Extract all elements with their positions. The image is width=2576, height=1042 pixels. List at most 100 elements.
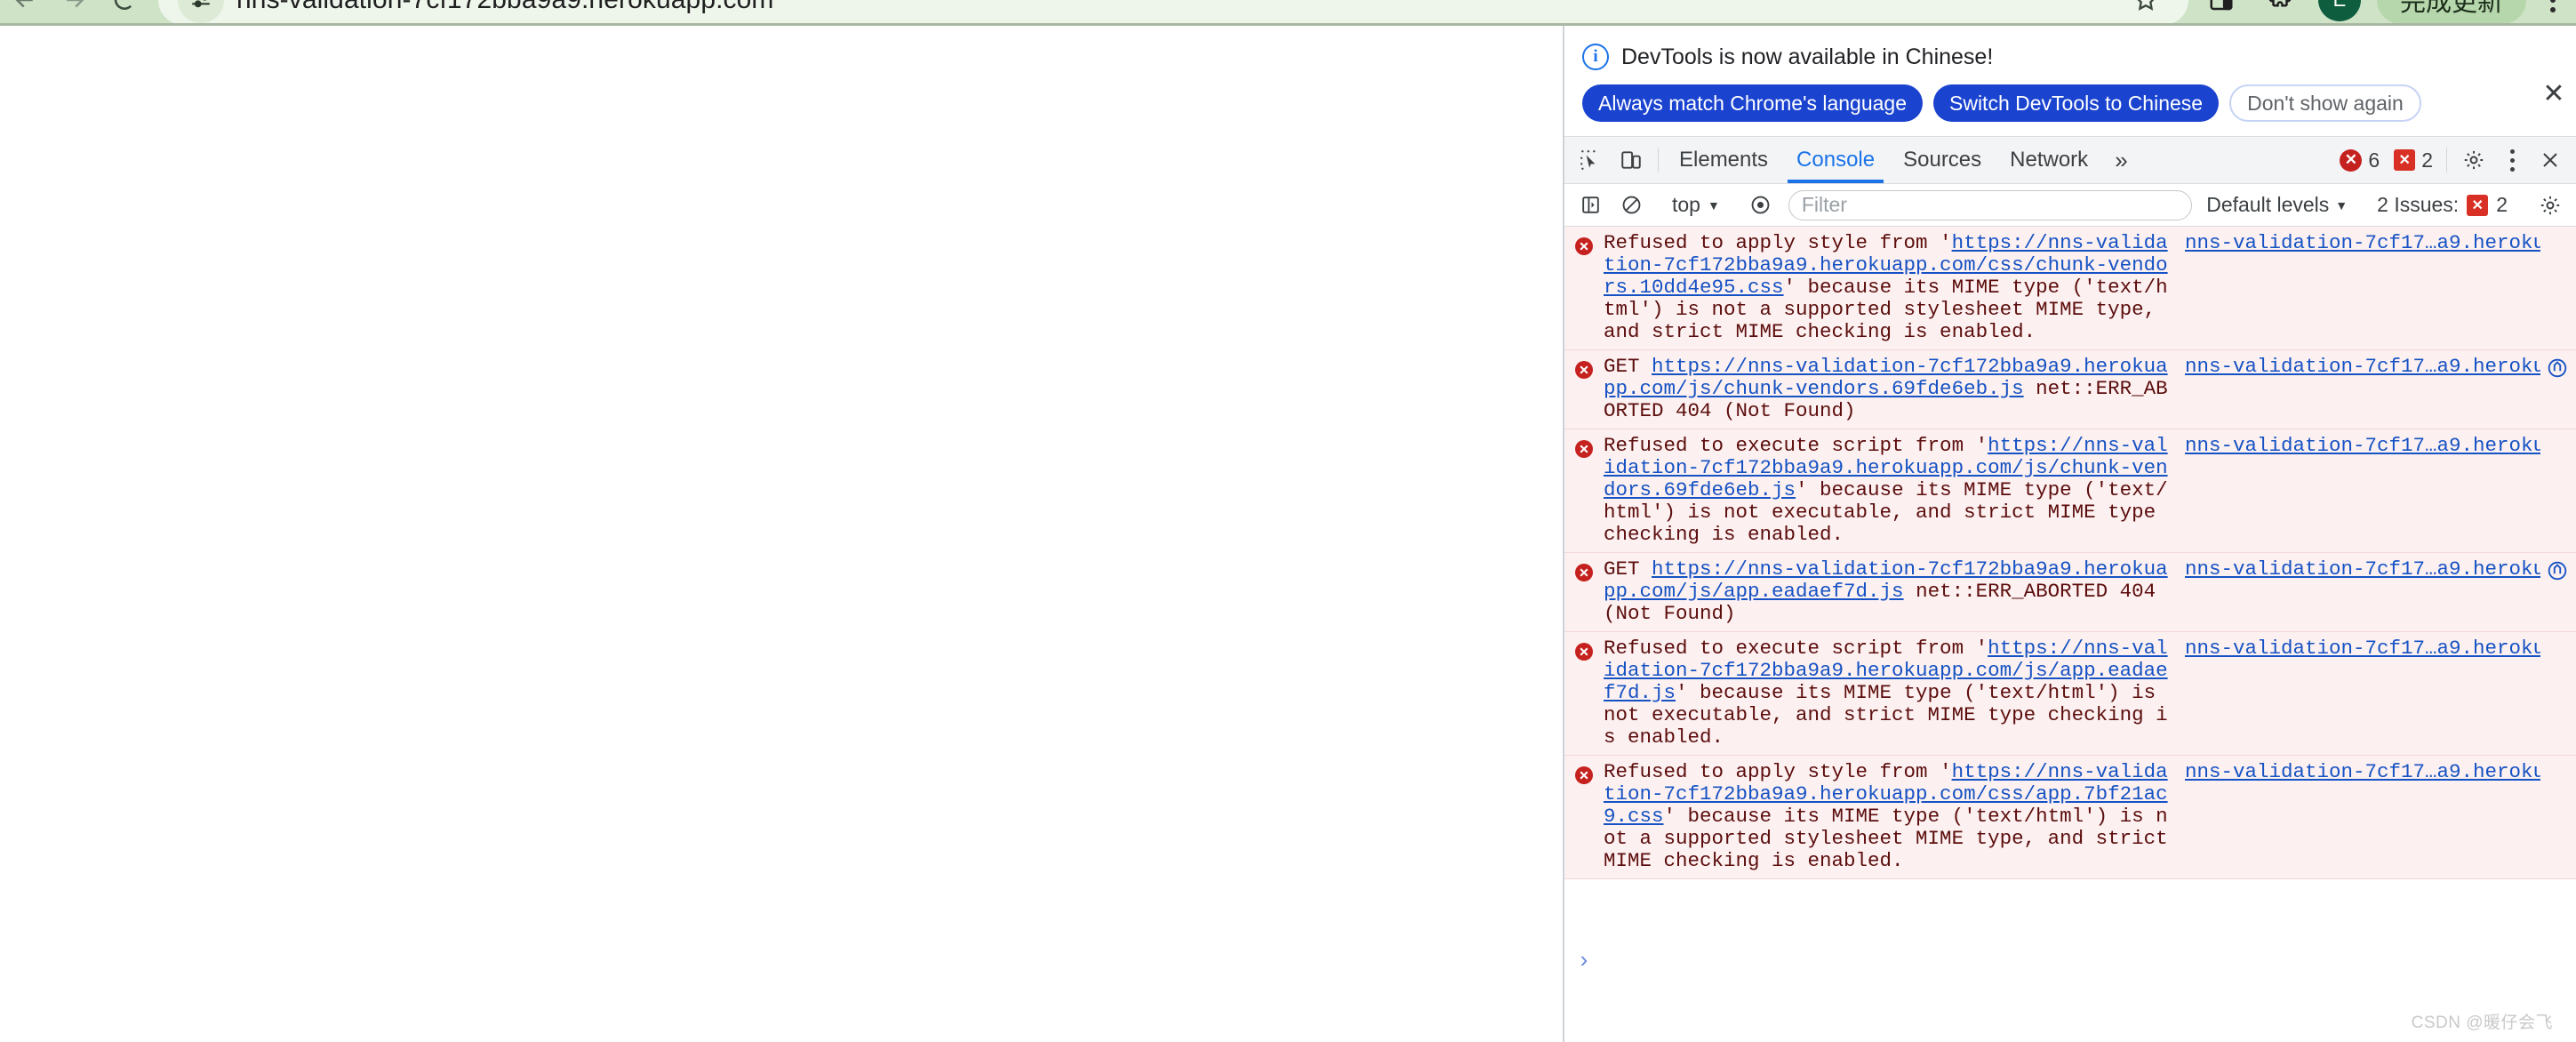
close-devtools-icon[interactable] (2530, 137, 2571, 183)
tab-console[interactable]: Console (1782, 137, 1889, 183)
console-sidebar-icon[interactable] (1570, 194, 1611, 216)
error-circle-icon (1573, 359, 1595, 381)
page-viewport (0, 26, 1563, 1042)
star-outline-icon[interactable] (2123, 0, 2169, 23)
console-message-fragment: GET (1604, 557, 1652, 581)
chevron-down-icon: ▼ (2335, 197, 2348, 212)
log-levels-selector[interactable]: Default levels ▼ (2199, 193, 2355, 217)
error-count-indicator[interactable]: ✕ 6 (2332, 137, 2387, 183)
tab-network[interactable]: Network (1996, 137, 2102, 183)
console-message-text: Refused to execute script from 'https://… (1604, 435, 2185, 546)
console-message-source-wrap: nns-validation-7cf17…a9.herokuapp.com/:1 (2185, 435, 2569, 459)
info-icon: i (1582, 44, 1609, 70)
avatar[interactable]: E (2317, 0, 2361, 21)
issues-label: 2 Issues: (2377, 193, 2460, 216)
console-prompt[interactable]: › (1564, 937, 2576, 984)
error-circle-icon (1573, 236, 1595, 257)
console-message-fragment: Refused to execute script from ' (1604, 434, 1988, 457)
reload-icon[interactable] (100, 0, 149, 23)
console-message-source-wrap: nns-validation-7cf17…a9.herokuapp.com/:1 (2185, 558, 2569, 582)
tab-sources[interactable]: Sources (1889, 137, 1996, 183)
console-message-fragment: Refused to execute script from ' (1604, 637, 1988, 660)
always-match-chrome-language-button[interactable]: Always match Chrome's language (1582, 84, 1923, 122)
console-settings-gear-icon[interactable] (2530, 194, 2571, 217)
issues-count: 2 (2496, 193, 2508, 216)
console-empty-area (1564, 983, 2576, 1042)
console-message-text: GET https://nns-validation-7cf172bba9a9.… (1604, 558, 2185, 625)
extensions-icon[interactable] (2254, 0, 2306, 23)
console-message-fragment: ' because its MIME type ('text/html') is… (1604, 805, 2168, 872)
issues-summary-button[interactable]: 2 Issues: ✕ 2 (2368, 193, 2516, 217)
devtools-tabstrip: Elements Console Sources Network » ✕ 6 ✕… (1564, 136, 2576, 184)
devtools-panel: i DevTools is now available in Chinese! … (1563, 26, 2576, 1042)
console-message-error[interactable]: Refused to apply style from 'https://nns… (1564, 227, 2576, 350)
issue-square-icon: ✕ (2467, 194, 2489, 216)
address-bar[interactable]: nns-validation-7cf172bba9a9.herokuapp.co… (158, 0, 2188, 23)
console-message-source-wrap: nns-validation-7cf17…a9.herokuapp.com/:1 (2185, 637, 2569, 661)
back-arrow-icon[interactable] (0, 0, 50, 23)
console-message-source-link[interactable]: nns-validation-7cf17…a9.herokuapp.com/:1 (2185, 637, 2540, 660)
error-circle-icon (1573, 765, 1595, 786)
tune-slider-icon[interactable] (178, 0, 224, 23)
console-message-source-link[interactable]: nns-validation-7cf17…a9.herokuapp.com/:1 (2185, 435, 2540, 457)
console-message-source-link[interactable]: nns-validation-7cf17…a9.herokuapp.com/:1 (2185, 232, 2540, 254)
error-circle-icon (1573, 562, 1595, 583)
console-message-text: Refused to apply style from 'https://nns… (1604, 761, 2185, 872)
notification-actions: Always match Chrome's language Switch De… (1582, 84, 2562, 122)
error-count-value: 6 (2368, 148, 2380, 172)
error-circle-icon (1573, 641, 1595, 662)
console-message-source-wrap: nns-validation-7cf17…a9.herokuapp.com/:1 (2185, 761, 2569, 785)
error-circle-icon (1573, 438, 1595, 460)
kebab-menu-icon[interactable] (2494, 137, 2530, 183)
console-message-source-link[interactable]: nns-validation-7cf17…a9.herokuapp.com/:1 (2185, 558, 2540, 581)
more-tabs-icon[interactable]: » (2102, 137, 2140, 183)
clear-console-icon[interactable] (1611, 194, 1652, 216)
issue-square-icon: ✕ (2394, 149, 2416, 171)
console-message-error[interactable]: Refused to execute script from 'https://… (1564, 632, 2576, 756)
console-message-fragment: ' because its MIME type ('text/html') is… (1604, 681, 2168, 749)
console-message-error[interactable]: GET https://nns-validation-7cf172bba9a9.… (1564, 553, 2576, 632)
console-message-text: GET https://nns-validation-7cf172bba9a9.… (1604, 356, 2185, 422)
divider (1658, 148, 1659, 172)
live-expression-icon[interactable] (1740, 194, 1781, 216)
console-message-source-link[interactable]: nns-validation-7cf17…a9.herokuapp.com/:1 (2185, 761, 2540, 783)
console-message-text: Refused to execute script from 'https://… (1604, 637, 2185, 749)
console-message-list: Refused to apply style from 'https://nns… (1564, 227, 2576, 938)
forward-arrow-icon[interactable] (50, 0, 100, 23)
tab-elements[interactable]: Elements (1665, 137, 1782, 183)
network-request-icon[interactable] (2546, 357, 2569, 380)
dont-show-again-button[interactable]: Don't show again (2229, 84, 2421, 122)
chevron-down-icon: ▼ (1707, 197, 1720, 212)
network-request-icon[interactable] (2546, 559, 2569, 582)
execution-context-label: top (1672, 193, 1700, 216)
error-circle-icon: ✕ (2340, 148, 2363, 172)
console-message-text: Refused to apply style from 'https://nns… (1604, 232, 2185, 343)
side-panel-icon[interactable] (2196, 0, 2247, 23)
kebab-menu-icon[interactable] (2530, 0, 2576, 23)
gear-icon[interactable] (2453, 137, 2494, 183)
divider (2446, 148, 2447, 172)
console-toolbar: top ▼ Default levels ▼ 2 Issues: ✕ 2 (1564, 184, 2576, 227)
console-message-fragment: Refused to apply style from ' (1604, 760, 1952, 783)
console-message-error[interactable]: GET https://nns-validation-7cf172bba9a9.… (1564, 350, 2576, 429)
console-message-error[interactable]: Refused to apply style from 'https://nns… (1564, 756, 2576, 879)
console-message-fragment: Refused to apply style from ' (1604, 231, 1952, 254)
url-text: nns-validation-7cf172bba9a9.herokuapp.co… (236, 0, 774, 15)
console-message-source-link[interactable]: nns-validation-7cf17…a9.herokuapp.com/:1 (2185, 356, 2540, 378)
log-levels-label: Default levels (2206, 193, 2330, 216)
filter-input[interactable] (1788, 189, 2193, 220)
console-message-source-wrap: nns-validation-7cf17…a9.herokuapp.com/:1 (2185, 356, 2569, 380)
update-button[interactable]: 完成更新 (2376, 0, 2526, 23)
console-message-fragment: GET (1604, 355, 1652, 378)
notification-message: DevTools is now available in Chinese! (1621, 44, 1994, 69)
browser-toolbar: nns-validation-7cf172bba9a9.herokuapp.co… (0, 0, 2576, 23)
switch-devtools-to-chinese-button[interactable]: Switch DevTools to Chinese (1933, 84, 2220, 122)
execution-context-selector[interactable]: top ▼ (1665, 193, 1727, 217)
device-toolbar-icon[interactable] (1611, 137, 1652, 183)
warning-count-indicator[interactable]: ✕ 2 (2387, 137, 2440, 183)
prompt-caret-icon: › (1577, 947, 1591, 974)
language-notification-banner: i DevTools is now available in Chinese! … (1564, 26, 2576, 136)
inspect-element-icon[interactable] (1570, 137, 1611, 183)
close-icon[interactable]: ✕ (2539, 79, 2569, 109)
console-message-error[interactable]: Refused to execute script from 'https://… (1564, 429, 2576, 553)
